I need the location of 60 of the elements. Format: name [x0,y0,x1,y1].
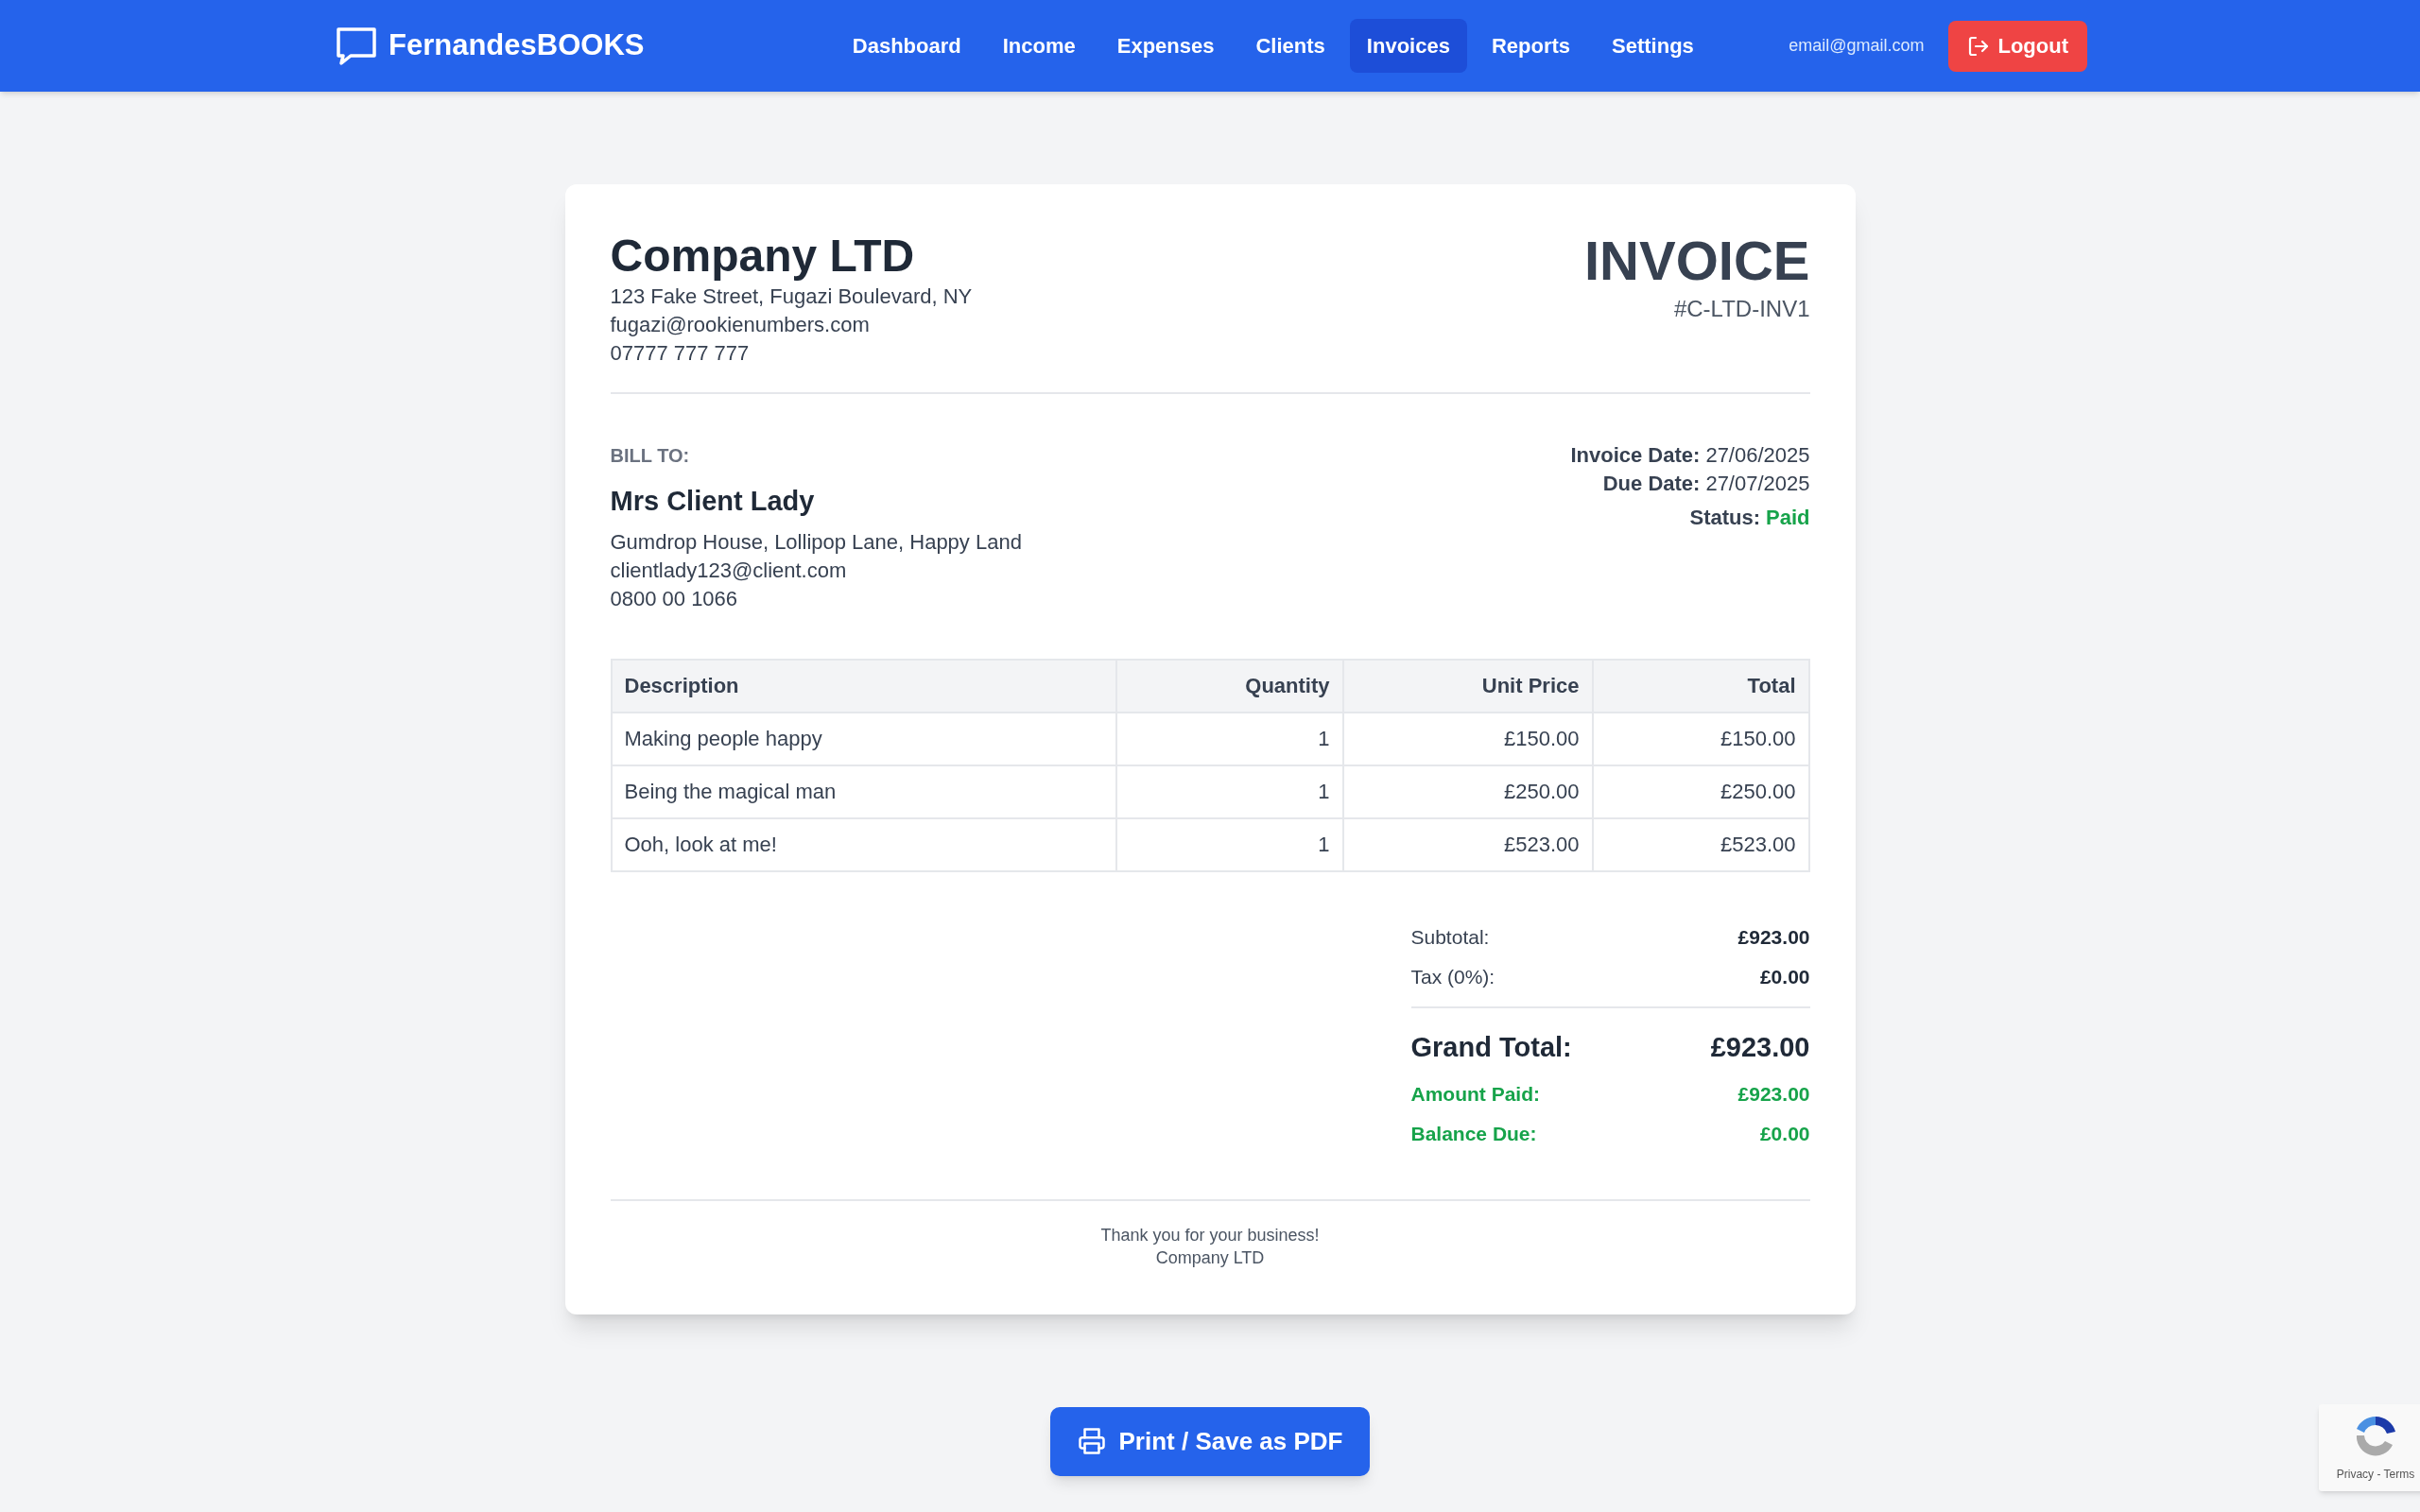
total-label: Subtotal: [1410,924,1490,950]
client-detail: clientlady123@client.com [610,557,848,584]
total-value: £0.00 [1759,964,1810,989]
company-detail: 07777 777 777 [610,340,751,367]
table-cell: Being the magical man [611,765,1116,818]
table-cell: 1 [1115,765,1343,818]
nav-link[interactable]: Dashboard [835,19,978,73]
client-detail: Gumdrop House, Lollipop Lane, Happy Land [610,528,1022,556]
table-cell: £150.00 [1342,712,1593,765]
nav-link[interactable]: Income [985,19,1093,73]
user-email: email@gmail.com [1789,35,1925,57]
logout-icon [1967,34,1991,58]
company-detail: 123 Fake Street, Fugazi Boulevard, NY [610,284,973,310]
client-name: Mrs Client Lady [610,485,816,518]
invoice-number: #C-LTD-INV1 [1673,295,1810,323]
footer-text: Thank you for your business! [1100,1224,1320,1246]
company-name: Company LTD [610,230,916,283]
total-value: £0.00 [1759,1121,1810,1146]
column-header: Total [1592,659,1809,713]
meta-label: Invoice Date: [1570,442,1701,469]
table-cell: £523.00 [1592,817,1809,871]
invoice-title: INVOICE [1584,230,1810,292]
table-cell: Making people happy [611,712,1116,765]
nav-link[interactable]: Clients [1238,19,1342,73]
meta-label: Status: [1689,505,1761,531]
column-header: Quantity [1115,659,1343,713]
print-button[interactable]: Print / Save as PDF [1050,1406,1370,1476]
meta-value: 27/06/2025 [1705,442,1810,469]
table-cell: £150.00 [1592,712,1809,765]
total-value: £923.00 [1737,924,1810,950]
footer-text: Company LTD [1155,1246,1265,1269]
chat-bubble-logo-icon [336,26,377,66]
printer-icon [1077,1427,1106,1455]
nav-link[interactable]: Expenses [1099,19,1232,73]
total-value: £923.00 [1737,1081,1810,1107]
total-label: Amount Paid: [1410,1081,1540,1107]
bill-to-label: BILL TO: [610,444,691,468]
privacy-terms-link[interactable]: Privacy - Terms [2336,1466,2415,1483]
brand-name[interactable]: FernandesBOOKS [389,24,645,68]
table-cell: Ooh, look at me! [611,817,1116,871]
table-cell: £250.00 [1592,765,1809,818]
table-cell: £250.00 [1342,765,1593,818]
table-cell: £523.00 [1342,817,1593,871]
total-label: Grand Total: [1410,1030,1572,1064]
column-header: Description [611,659,1116,713]
total-value: £923.00 [1710,1030,1810,1064]
nav-link[interactable]: Invoices [1349,19,1467,73]
nav-link[interactable]: Reports [1474,19,1587,73]
nav-link[interactable]: Settings [1595,19,1711,73]
table-cell: 1 [1115,817,1343,871]
logout-button[interactable]: Logout [1948,20,2087,72]
total-label: Tax (0%): [1410,964,1495,989]
column-header: Unit Price [1342,659,1593,713]
meta-value: Paid [1766,505,1810,531]
meta-value: 27/07/2025 [1705,471,1810,497]
total-label: Balance Due: [1410,1121,1537,1146]
client-detail: 0800 00 1066 [610,585,739,612]
meta-label: Due Date: [1602,471,1701,497]
table-cell: 1 [1115,712,1343,765]
company-detail: fugazi@rookienumbers.com [610,312,871,338]
